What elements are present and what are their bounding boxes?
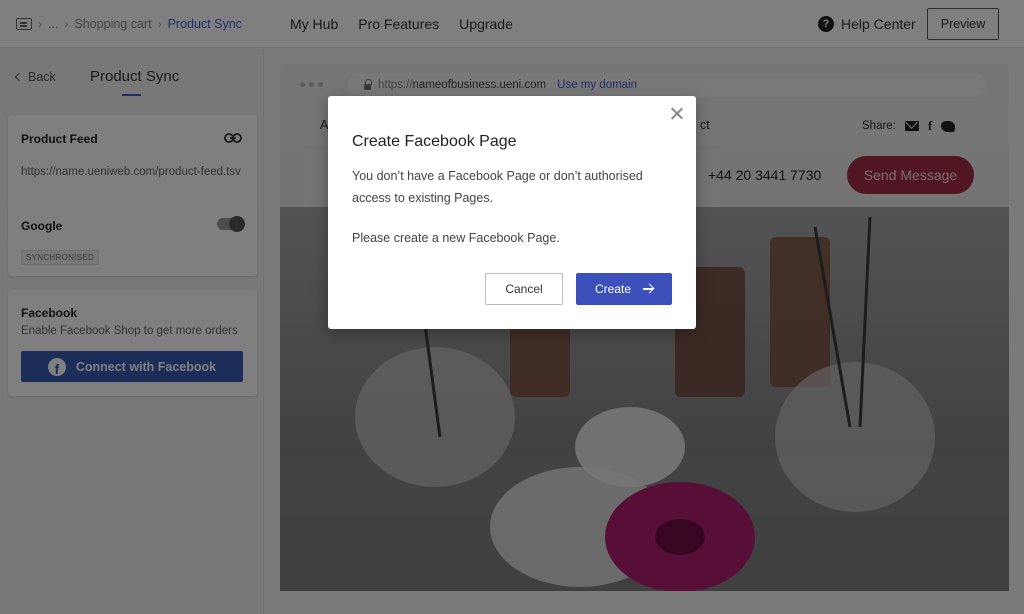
cancel-button[interactable]: Cancel: [485, 273, 563, 305]
dialog-instruction: Please create a new Facebook Page.: [352, 231, 560, 245]
dialog-message: You don’t have a Facebook Page or don’t …: [352, 169, 643, 205]
create-facebook-page-dialog: Create Facebook Page You don’t have a Fa…: [328, 96, 696, 329]
dialog-title: Create Facebook Page: [352, 133, 517, 150]
close-icon[interactable]: [670, 107, 684, 121]
create-label: Create: [594, 282, 632, 296]
create-button[interactable]: Create: [576, 273, 672, 305]
arrow-right-icon: [643, 288, 654, 290]
